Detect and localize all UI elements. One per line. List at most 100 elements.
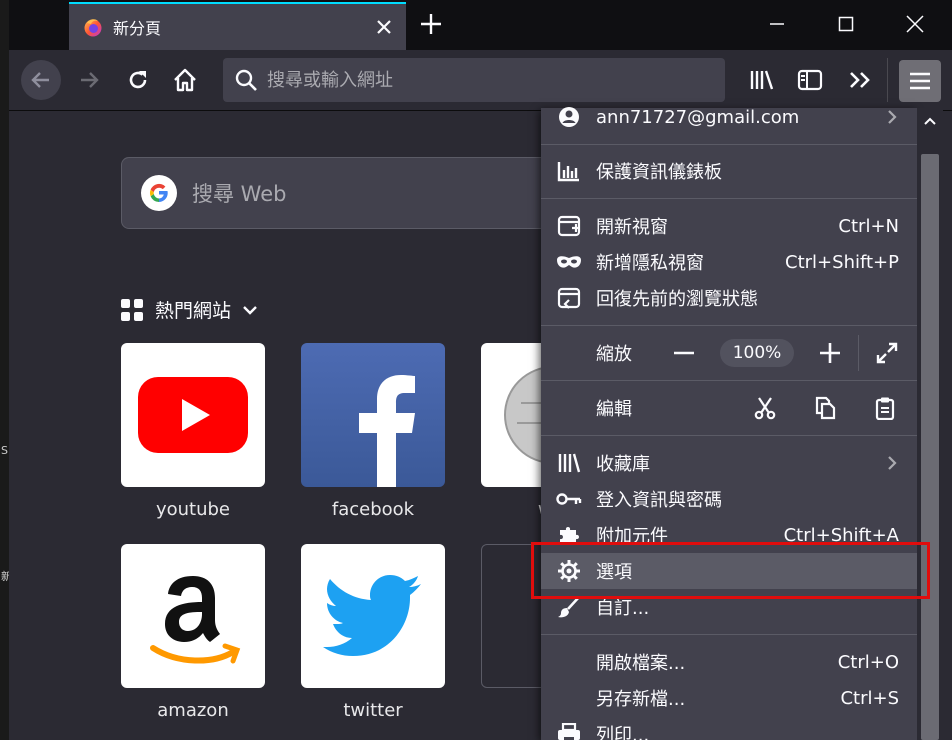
menu-item-label: 開啟檔案... [596,653,686,674]
menu-item-open-file[interactable]: 開啟檔案... Ctrl+O [541,644,917,680]
url-bar[interactable] [223,58,725,102]
cut-button[interactable] [735,390,795,426]
home-icon [174,68,196,92]
menu-separator [541,144,917,145]
new-tab-button[interactable] [419,12,443,36]
tab-new-tab[interactable]: 新分頁 [69,2,406,50]
zoom-separator [858,335,859,371]
menu-row-edit: 編輯 [541,390,917,426]
menu-item-print[interactable]: 列印... [541,716,917,740]
menu-item-save-as[interactable]: 另存新檔... Ctrl+S [541,680,917,716]
chevron-right-icon [888,456,897,470]
maximize-icon [838,16,854,32]
close-icon [906,15,924,33]
menu-item-label: 縮放 [596,344,632,365]
youtube-logo-icon [121,343,265,487]
menu-item-protections-dashboard[interactable]: 保護資訊儀錶板 [541,153,917,189]
top-site-label: facebook [331,499,415,520]
menu-item-library[interactable]: 收藏庫 [541,445,917,481]
maximize-button[interactable] [834,12,858,36]
restore-session-icon [555,284,583,312]
sidebar-icon [797,69,823,91]
library-button[interactable] [744,62,780,98]
url-input[interactable] [267,69,707,91]
top-site-tile[interactable]: youtube [121,343,265,520]
clipboard-icon [875,397,895,420]
menu-item-label: 保護資訊儀錶板 [596,162,722,183]
menu-separator [541,634,917,635]
scrollbar-thumb[interactable] [921,154,939,740]
close-icon [377,20,391,34]
menu-item-label: 回復先前的瀏覽狀態 [596,289,758,310]
menu-item-label: 另存新檔... [596,689,686,710]
fullscreen-button[interactable] [867,335,907,371]
menu-separator [541,325,917,326]
menu-item-private-window[interactable]: 新增隱私視窗 Ctrl+Shift+P [541,244,917,280]
zoom-out-button[interactable] [664,335,704,371]
twitter-logo-icon [301,544,445,688]
menu-item-label: 收藏庫 [596,454,650,475]
fullscreen-icon [876,342,898,364]
double-chevron-right-icon [850,72,870,88]
forward-button[interactable] [71,62,107,98]
overflow-menu-button[interactable] [842,62,878,98]
google-logo-icon [141,175,177,211]
top-site-tile[interactable]: twitter [301,544,445,721]
menu-item-label: 編輯 [596,399,632,420]
highlight-annotation-box [531,542,930,599]
menu-item-logins-passwords[interactable]: 登入資訊與密碼 [541,481,917,517]
amazon-logo-icon [121,544,265,688]
library-icon [555,449,583,477]
tab-bar: 新分頁 [9,0,952,50]
hamburger-icon [910,72,930,90]
grid-icon [121,298,143,321]
zoom-reset-button[interactable]: 100% [720,339,794,367]
menu-item-account[interactable]: ann71727@gmail.com [541,99,917,135]
close-tab-button[interactable] [374,17,394,37]
menu-scrollbar[interactable] [917,108,943,740]
menu-item-restore-session[interactable]: 回復先前的瀏覽狀態 [541,280,917,316]
zoom-in-button[interactable] [810,335,850,371]
minimize-button[interactable] [765,12,789,36]
top-sites-title: 熱門網站 [155,300,232,322]
app-menu-button[interactable] [899,60,941,102]
key-icon [555,485,583,513]
shortcut-label: Ctrl+Shift+P [785,251,899,273]
menu-item-label: 開新視窗 [596,217,668,238]
sidebar-button[interactable] [792,62,828,98]
mask-icon [555,248,583,276]
toolbar-separator [887,58,888,102]
menu-item-new-window[interactable]: 開新視窗 Ctrl+N [541,208,917,244]
account-icon [555,103,583,131]
reload-button[interactable] [120,62,156,98]
desktop-edge-letter: S [1,444,8,457]
home-button[interactable] [167,62,203,98]
top-sites-heading[interactable]: 熱門網站 [121,296,257,323]
paste-button[interactable] [855,390,915,426]
library-icon [750,70,774,90]
top-site-label: amazon [157,700,229,721]
shortcut-label: Ctrl+S [840,687,899,709]
minus-icon [674,351,694,355]
account-email: ann71727@gmail.com [596,106,800,128]
web-search-box[interactable]: 搜尋 Web [121,157,551,229]
copy-button[interactable] [795,390,855,426]
back-button[interactable] [21,60,61,100]
menu-row-zoom: 縮放 100% [541,335,917,371]
top-site-tile[interactable]: amazon [121,544,265,721]
menu-separator [541,380,917,381]
printer-icon [555,720,583,740]
reload-icon [129,71,147,89]
firefox-icon [84,19,102,37]
menu-item-label: 登入資訊與密碼 [596,490,722,511]
chevron-right-icon [888,110,897,124]
menu-separator [541,198,917,199]
arrow-right-icon [81,72,99,88]
scroll-up-button[interactable] [917,108,943,134]
top-site-tile[interactable]: facebook [301,343,445,520]
bar-chart-icon [555,157,583,185]
close-window-button[interactable] [903,12,927,36]
facebook-logo-icon [301,343,445,487]
app-menu: ann71727@gmail.com 保護資訊儀錶板 開新視窗 Ctrl+N 新… [541,107,917,740]
minimize-icon [770,23,784,25]
